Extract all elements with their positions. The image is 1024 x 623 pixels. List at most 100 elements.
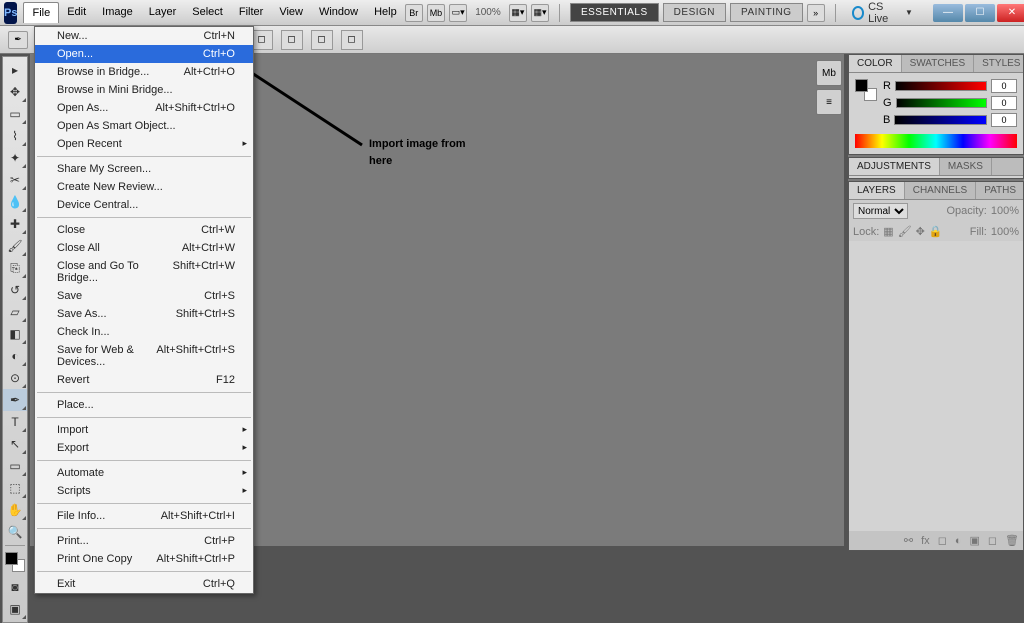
layer-mask-icon[interactable]: ◻ <box>938 534 947 547</box>
eraser-tool[interactable]: ▱ <box>3 301 27 323</box>
close-button[interactable]: ✕ <box>997 4 1024 22</box>
path-select-tool[interactable]: ↖ <box>3 433 27 455</box>
menu-item-open-recent[interactable]: Open Recent <box>35 135 253 153</box>
menu-file[interactable]: File <box>23 2 59 23</box>
arrange-icon[interactable]: ▦▾ <box>509 4 527 22</box>
eyedropper-tool[interactable]: 💧 <box>3 191 27 213</box>
menu-item-file-info[interactable]: File Info...Alt+Shift+Ctrl+I <box>35 507 253 525</box>
crop-tool[interactable]: ✂ <box>3 169 27 191</box>
menu-item-scripts[interactable]: Scripts <box>35 482 253 500</box>
cslive-button[interactable]: CS Live▼ <box>846 1 919 25</box>
lock-transparency-icon[interactable]: ▦ <box>883 225 893 238</box>
menu-item-save-for-web-devices[interactable]: Save for Web & Devices...Alt+Shift+Ctrl+… <box>35 341 253 371</box>
blur-tool[interactable]: ◐ <box>3 345 27 367</box>
menu-item-print-one-copy[interactable]: Print One CopyAlt+Shift+Ctrl+P <box>35 550 253 568</box>
menu-filter[interactable]: Filter <box>231 2 271 23</box>
tab-color[interactable]: COLOR <box>849 55 902 72</box>
shape-tool[interactable]: ▭ <box>3 455 27 477</box>
path-op-icon[interactable]: ◻ <box>281 30 303 50</box>
tab-masks[interactable]: MASKS <box>940 158 992 175</box>
g-slider[interactable] <box>896 98 987 108</box>
menu-window[interactable]: Window <box>311 2 366 23</box>
tab-adjustments[interactable]: ADJUSTMENTS <box>849 158 940 175</box>
dodge-tool[interactable]: ⊙ <box>3 367 27 389</box>
g-value[interactable]: 0 <box>991 96 1017 110</box>
menu-item-check-in[interactable]: Check In... <box>35 323 253 341</box>
menu-item-save-as[interactable]: Save As...Shift+Ctrl+S <box>35 305 253 323</box>
menu-item-share-my-screen[interactable]: Share My Screen... <box>35 160 253 178</box>
menu-edit[interactable]: Edit <box>59 2 94 23</box>
workspace-essentials[interactable]: ESSENTIALS <box>570 3 659 22</box>
group-icon[interactable]: ▣ <box>969 534 979 547</box>
color-ramp[interactable] <box>855 134 1017 148</box>
menu-item-print[interactable]: Print...Ctrl+P <box>35 532 253 550</box>
menu-item-save[interactable]: SaveCtrl+S <box>35 287 253 305</box>
menu-item-revert[interactable]: RevertF12 <box>35 371 253 389</box>
wand-tool[interactable]: ✦ <box>3 147 27 169</box>
menu-item-browse-in-mini-bridge[interactable]: Browse in Mini Bridge... <box>35 81 253 99</box>
menu-layer[interactable]: Layer <box>141 2 185 23</box>
screenmode-tool[interactable]: ▣ <box>3 598 27 620</box>
r-slider[interactable] <box>895 81 987 91</box>
menu-item-new[interactable]: New...Ctrl+N <box>35 27 253 45</box>
tab-swatches[interactable]: SWATCHES <box>902 55 975 72</box>
minibridge-icon[interactable]: Mb <box>427 4 445 22</box>
blend-mode-select[interactable]: Normal <box>853 203 908 219</box>
fill-value[interactable]: 100% <box>991 226 1019 238</box>
history-brush-tool[interactable]: ↺ <box>3 279 27 301</box>
gradient-tool[interactable]: ◧ <box>3 323 27 345</box>
maximize-button[interactable]: ☐ <box>965 4 995 22</box>
extras-icon[interactable]: ▦▾ <box>531 4 549 22</box>
heal-tool[interactable]: ✚ <box>3 213 27 235</box>
quickmask-tool[interactable]: ◙ <box>3 576 27 598</box>
menu-view[interactable]: View <box>271 2 311 23</box>
menu-item-close-all[interactable]: Close AllAlt+Ctrl+W <box>35 239 253 257</box>
lasso-tool[interactable]: ⌇ <box>3 125 27 147</box>
screen-mode-icon[interactable]: ▭▾ <box>449 4 467 22</box>
new-layer-icon[interactable]: ◻ <box>988 534 997 547</box>
menu-help[interactable]: Help <box>366 2 405 23</box>
history-panel-icon[interactable]: ≡ <box>816 89 842 115</box>
tab-channels[interactable]: CHANNELS <box>905 182 976 199</box>
pen-tool-preset-icon[interactable]: ✒ <box>8 31 28 49</box>
menu-item-export[interactable]: Export <box>35 439 253 457</box>
b-value[interactable]: 0 <box>991 113 1017 127</box>
adjustment-layer-icon[interactable]: ◐ <box>955 535 962 547</box>
menu-item-open-as[interactable]: Open As...Alt+Shift+Ctrl+O <box>35 99 253 117</box>
layer-style-icon[interactable]: fx <box>921 535 930 547</box>
menu-item-import[interactable]: Import <box>35 421 253 439</box>
stamp-tool[interactable]: ⎘ <box>3 257 27 279</box>
workspace-design[interactable]: DESIGN <box>663 3 726 22</box>
menu-item-device-central[interactable]: Device Central... <box>35 196 253 214</box>
move-tool[interactable]: ✥ <box>3 81 27 103</box>
tab-paths[interactable]: PATHS <box>976 182 1024 199</box>
workspace-painting[interactable]: PAINTING <box>730 3 802 22</box>
minibridge-panel-icon[interactable]: Mb <box>816 60 842 86</box>
menu-item-close[interactable]: CloseCtrl+W <box>35 221 253 239</box>
delete-layer-icon[interactable]: 🗑 <box>1005 534 1019 547</box>
menu-image[interactable]: Image <box>94 2 141 23</box>
path-op-icon[interactable]: ◻ <box>341 30 363 50</box>
tab-styles[interactable]: STYLES <box>974 55 1024 72</box>
lock-pixels-icon[interactable]: 🖌 <box>898 225 912 238</box>
minimize-button[interactable]: — <box>933 4 963 22</box>
lock-all-icon[interactable]: 🔒 <box>929 225 943 238</box>
menu-item-create-new-review[interactable]: Create New Review... <box>35 178 253 196</box>
foreground-color[interactable] <box>5 552 18 565</box>
brush-tool[interactable]: 🖌 <box>3 235 27 257</box>
pen-tool[interactable]: ✒ <box>3 389 27 411</box>
menu-item-open[interactable]: Open...Ctrl+O <box>35 45 253 63</box>
b-slider[interactable] <box>894 115 987 125</box>
fg-color-swatch[interactable] <box>855 79 868 92</box>
bridge-icon[interactable]: Br <box>405 4 423 22</box>
zoom-tool[interactable]: 🔍 <box>3 521 27 543</box>
r-value[interactable]: 0 <box>991 79 1017 93</box>
workspace-more-icon[interactable]: » <box>807 4 825 22</box>
menu-item-place[interactable]: Place... <box>35 396 253 414</box>
hand-tool[interactable]: ✋ <box>3 499 27 521</box>
marquee-tool[interactable]: ▭ <box>3 103 27 125</box>
collapse-icon[interactable]: ▸ <box>3 59 27 81</box>
type-tool[interactable]: T <box>3 411 27 433</box>
path-op-icon[interactable]: ◻ <box>311 30 333 50</box>
tab-layers[interactable]: LAYERS <box>849 182 905 199</box>
